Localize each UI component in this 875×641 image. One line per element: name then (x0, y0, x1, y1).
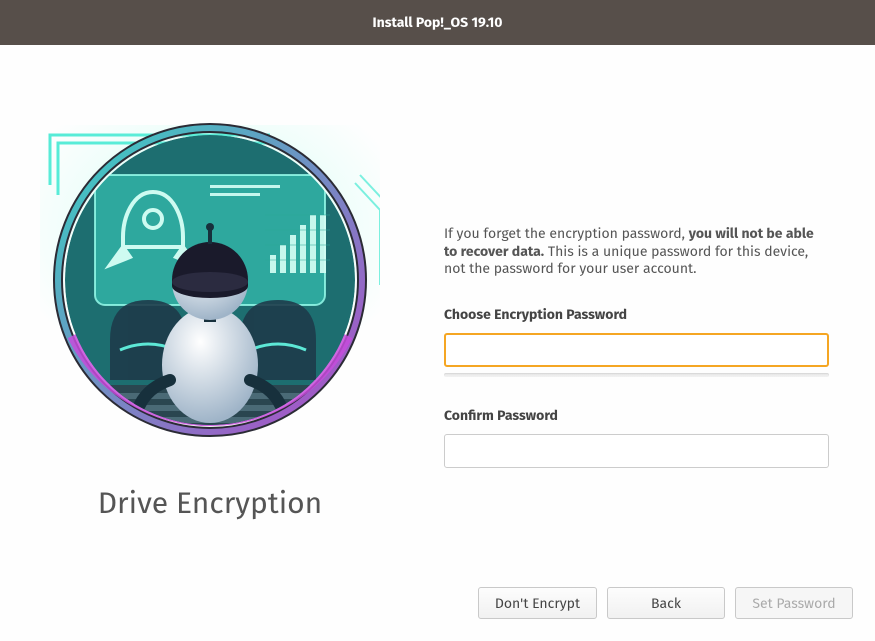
dont-encrypt-button[interactable]: Don't Encrypt (478, 587, 597, 619)
confirm-password-input[interactable] (444, 434, 829, 468)
installer-content: Drive Encryption If you forget the encry… (0, 45, 875, 641)
choose-password-input[interactable] (444, 333, 829, 367)
choose-password-block: Choose Encryption Password (444, 306, 829, 377)
set-password-button[interactable]: Set Password (735, 587, 853, 619)
button-bar: Don't Encrypt Back Set Password (478, 587, 853, 619)
confirm-password-label: Confirm Password (444, 407, 829, 424)
encryption-warning-text: If you forget the encryption password, y… (444, 225, 829, 278)
right-pane: If you forget the encryption password, y… (444, 225, 829, 498)
back-button[interactable]: Back (607, 587, 725, 619)
titlebar: Install Pop!_OS 19.10 (0, 0, 875, 45)
encryption-illustration (40, 105, 380, 445)
choose-password-label: Choose Encryption Password (444, 306, 829, 323)
page-title: Drive Encryption (40, 485, 380, 521)
window-title: Install Pop!_OS 19.10 (373, 14, 503, 31)
confirm-password-block: Confirm Password (444, 407, 829, 468)
left-pane: Drive Encryption (40, 105, 400, 521)
warning-pre: If you forget the encryption password, (444, 225, 689, 242)
password-strength-bar (444, 373, 829, 377)
